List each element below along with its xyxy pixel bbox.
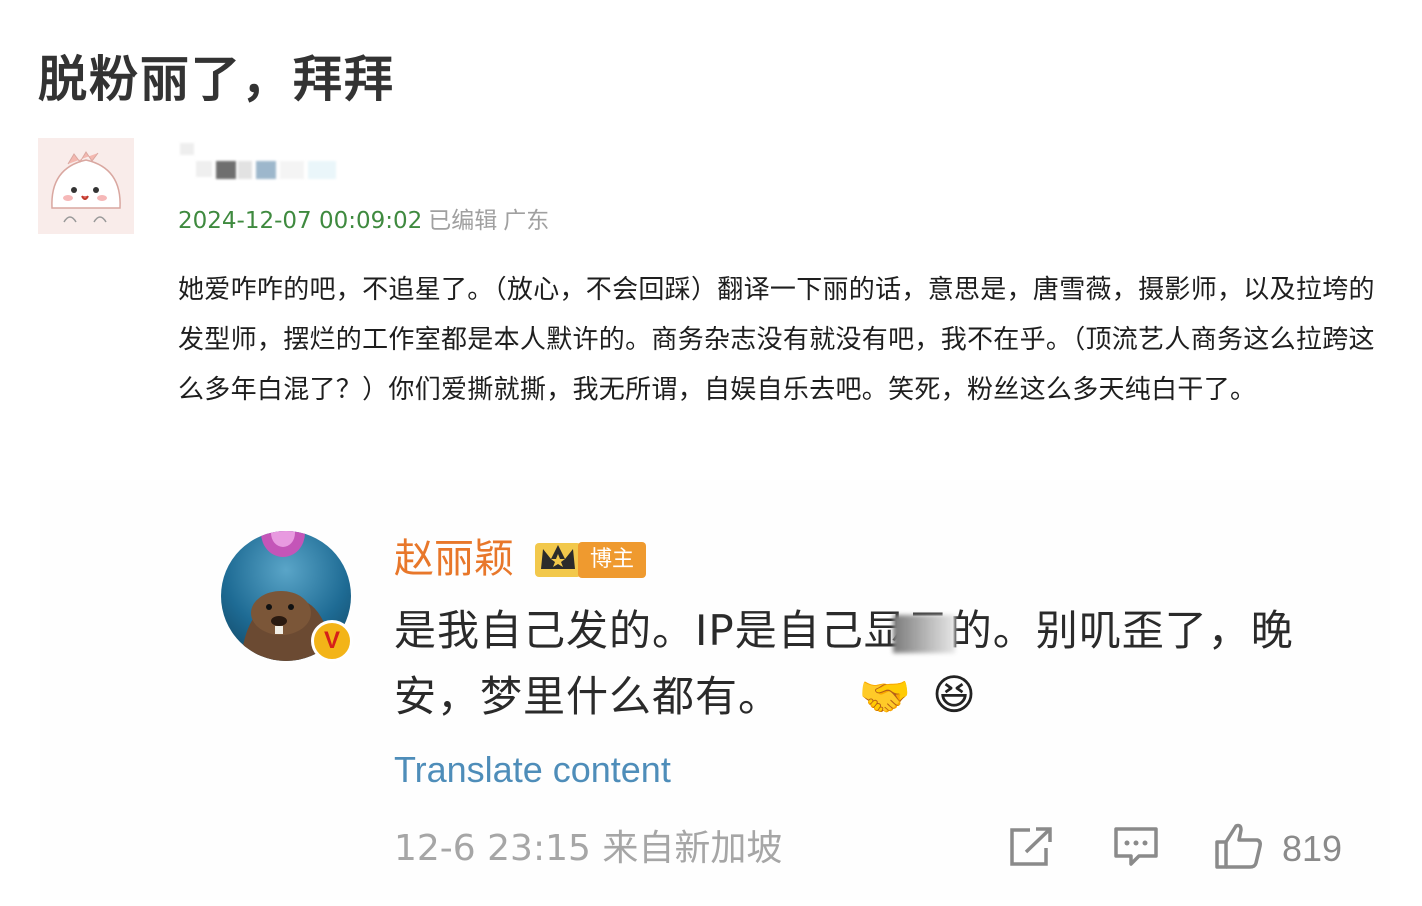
verified-icon: V [311, 620, 353, 662]
laughing-emoji: 😆 [932, 670, 976, 719]
username-redacted [176, 139, 346, 181]
like-count: 819 [1282, 828, 1343, 869]
embedded-post-time: 12-6 23:15 来自新加坡 [394, 827, 782, 871]
translate-link[interactable]: Translate content [394, 748, 671, 792]
user-avatar[interactable] [38, 138, 134, 234]
embedded-author-name[interactable]: 赵丽颖 [394, 534, 514, 584]
comment-icon[interactable] [1113, 826, 1159, 868]
post-body: 她爱咋咋的吧，不追星了。（放心，不会回踩）翻译一下丽的话，意思是，唐雪薇，摄影师… [178, 275, 1375, 405]
edited-label[interactable]: 已编辑 [428, 208, 497, 234]
share-icon[interactable] [1008, 826, 1054, 868]
embedded-post-text-content: 是我自己发的。IP是自己显示的。别叽歪了，晚安，梦里什么都有。 [394, 606, 1294, 721]
embedded-post-timestamp: 12-6 23:15 [394, 828, 591, 869]
embedded-post-source: 来自新加坡 [602, 828, 783, 869]
blogger-badge: 博主 [578, 542, 646, 578]
post-meta: 2024-12-07 00:09:02 已编辑 广东 [178, 205, 549, 237]
handshake-emoji: 🤝 [858, 672, 912, 721]
redaction-blur [893, 615, 955, 653]
post-timestamp: 2024-12-07 00:09:02 [178, 208, 423, 234]
like-icon[interactable] [1214, 822, 1264, 870]
crown-icon [535, 543, 581, 577]
location-label: 广东 [503, 208, 550, 234]
post-title: 脱粉丽了，拜拜 [38, 51, 396, 108]
